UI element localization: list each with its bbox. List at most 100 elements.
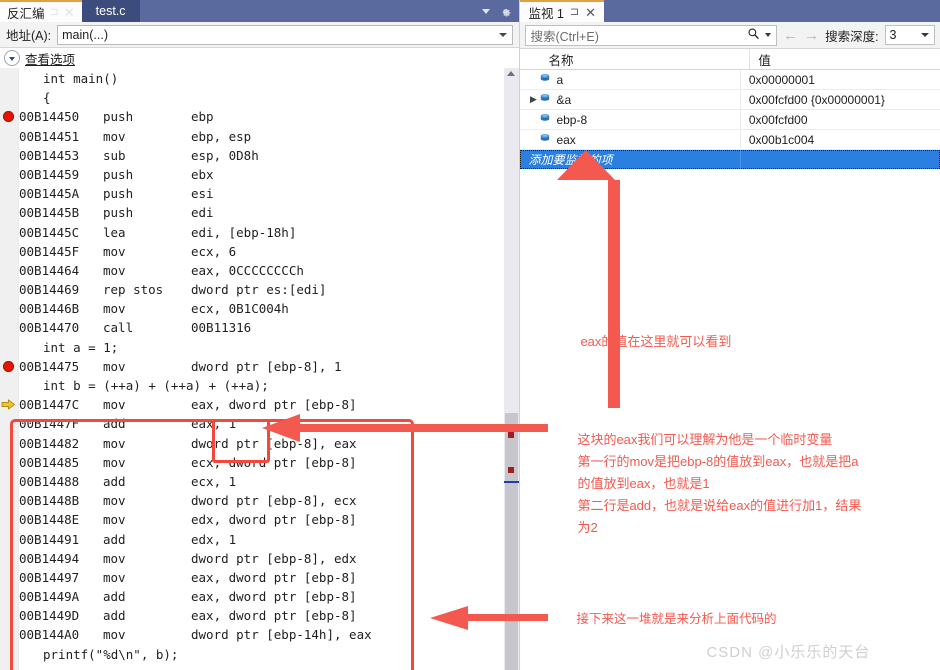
watermark: CSDN @小乐乐的天台 [706,644,871,661]
instruction-operands: eax, dword ptr [ebp-8] [191,397,357,413]
tab-disassembly-label: 反汇编 [7,6,45,21]
instruction-operands: edi [191,205,214,221]
search-icon[interactable] [747,27,760,43]
nav-forward-icon[interactable]: → [804,28,819,43]
disassembly-line[interactable]: 00B1447F add eax, 1 [19,414,519,433]
close-icon[interactable]: ✕ [64,6,75,19]
instruction-address: 00B14453 [19,147,80,163]
instruction-address: 00B14451 [19,128,80,144]
disassembly-line[interactable]: 00B1445F mov ecx, 6 [19,242,519,261]
disassembly-line[interactable]: 00B14491 add edx, 1 [19,530,519,549]
gear-icon[interactable] [499,5,512,18]
instruction-pointer-icon[interactable] [1,399,15,411]
disassembly-line[interactable]: 00B14470 call 00B11316 [19,318,519,337]
instruction-address: 00B14459 [19,166,80,182]
instruction-address: 00B14475 [19,358,80,374]
watch-row[interactable]: eax 0x00b1c004 [520,130,940,150]
disassembly-line[interactable]: 00B14494 mov dword ptr [ebp-8], edx [19,549,519,568]
disassembly-line[interactable]: 00B14488 add ecx, 1 [19,472,519,491]
instruction-address: 00B14485 [19,454,80,470]
disassembly-line[interactable]: 00B1446B mov ecx, 0B1C004h [19,299,519,318]
chevron-down-icon[interactable] [921,33,929,37]
disassembly-line[interactable]: 00B1449D add eax, dword ptr [ebp-8] [19,606,519,625]
source-line[interactable]: int main() [19,69,519,88]
address-input[interactable]: main(...) [57,24,514,45]
chevron-down-icon[interactable] [482,8,491,14]
tab-watch-1[interactable]: 监视 1 ⊐ ✕ [520,0,605,22]
instruction-mnemonic: push [103,109,134,125]
breakpoint-icon[interactable] [3,361,14,372]
watch-row[interactable]: ▶ &a 0x00fcfd00 {0x00000001} [520,90,940,110]
disassembly-line[interactable]: 00B14451 mov ebp, esp [19,127,519,146]
instruction-operands: eax, 0CCCCCCCCh [191,262,304,278]
watch-add-row[interactable]: 添加要监视的项 [520,150,940,169]
watch-value-cell[interactable]: 0x00000001 [741,70,940,89]
watch-search-input[interactable]: 搜索(Ctrl+E) [525,24,778,46]
disassembly-line[interactable]: 00B1445C lea edi, [ebp-18h] [19,223,519,242]
chevron-down-icon[interactable] [765,33,772,37]
disassembly-line[interactable]: 00B14459 push ebx [19,165,519,184]
watch-pane: 监视 1 ⊐ ✕ 搜索(Ctrl+E) ← → 搜索深度: 3 名称 值 a 0… [519,0,940,670]
tab-disassembly[interactable]: 反汇编 ⊐ ✕ [0,0,82,22]
disassembly-line[interactable]: 00B14453 sub esp, 0D8h [19,146,519,165]
close-icon[interactable]: ✕ [585,6,596,19]
instruction-operands: edi, [ebp-18h] [191,224,297,240]
disassembly-line[interactable]: 00B14497 mov eax, dword ptr [ebp-8] [19,568,519,587]
disassembly-line[interactable]: 00B1445A push esi [19,184,519,203]
instruction-mnemonic: add [103,608,126,624]
column-header-name[interactable]: 名称 [520,49,751,69]
watch-value-cell[interactable]: 0x00fcfd00 [741,110,940,129]
pin-icon[interactable]: ⊐ [50,6,59,18]
instruction-operands: ecx, 6 [191,243,237,259]
disassembly-line[interactable]: 00B1449A add eax, dword ptr [ebp-8] [19,587,519,606]
scrollbar-thumb[interactable] [505,413,519,670]
disassembly-line[interactable]: 00B14475 mov dword ptr [ebp-8], 1 [19,357,519,376]
view-options-link[interactable]: 查看选项 [25,49,75,68]
watch-row[interactable]: a 0x00000001 [520,70,940,90]
instruction-mnemonic: rep stos [103,282,164,298]
watch-type-icon [539,72,556,87]
tab-test-c[interactable]: test.c [81,0,140,22]
disassembly-line[interactable]: 00B1448B mov dword ptr [ebp-8], ecx [19,491,519,510]
instruction-operands: eax, dword ptr [ebp-8] [191,608,357,624]
nav-back-icon[interactable]: ← [783,28,798,43]
scroll-marker-current-line [504,481,520,483]
disassembly-line[interactable]: 00B14482 mov dword ptr [ebp-8], eax [19,434,519,453]
disassembly-line[interactable]: 00B14485 mov ecx, dword ptr [ebp-8] [19,453,519,472]
watch-add-label: 添加要监视的项 [520,150,741,169]
disassembly-line[interactable]: 00B1448E mov edx, dword ptr [ebp-8] [19,510,519,529]
disassembly-line[interactable]: 00B14469 rep stos dword ptr es:[edi] [19,280,519,299]
disassembly-line[interactable]: 00B14450 push ebp [19,107,519,126]
code-lines[interactable]: int main() {00B14450 push ebp 00B14451 mov ebp… [19,68,519,670]
vertical-scrollbar[interactable] [504,68,520,670]
instruction-address: 00B14482 [19,435,80,451]
instruction-operands: ebp, esp [191,128,252,144]
gutter[interactable] [0,68,19,670]
disassembly-line[interactable]: 00B1447C mov eax, dword ptr [ebp-8] [19,395,519,414]
instruction-mnemonic: mov [103,627,126,643]
source-line[interactable]: printf("%d\n", b); [19,645,519,664]
watch-value-cell[interactable]: 0x00fcfd00 {0x00000001} [741,90,940,109]
address-label: 地址(A): [6,29,52,43]
disassembly-line[interactable]: 00B1445B push edi [19,203,519,222]
instruction-mnemonic: mov [103,512,126,528]
source-line[interactable]: int a = 1; [19,338,519,357]
source-line[interactable]: int b = (++a) + (++a) + (++a); [19,376,519,395]
expander-icon[interactable]: ▶ [528,94,538,105]
watch-row[interactable]: ebp-8 0x00fcfd00 [520,110,940,130]
pin-icon[interactable]: ⊐ [570,6,579,18]
chevron-down-icon[interactable] [499,32,508,37]
instruction-mnemonic: push [103,166,134,182]
search-depth-select[interactable]: 3 [884,25,935,45]
source-line[interactable]: { [19,88,519,107]
column-header-value[interactable]: 值 [750,49,940,69]
view-options-row: 查看选项 [0,48,520,68]
disassembly-line[interactable]: 00B144A0 mov dword ptr [ebp-14h], eax [19,625,519,644]
disassembly-line[interactable]: 00B14464 mov eax, 0CCCCCCCCh [19,261,519,280]
breakpoint-icon[interactable] [3,111,14,123]
scroll-up-icon[interactable] [507,71,516,76]
instruction-address: 00B14494 [19,550,80,566]
scroll-marker-breakpoint [508,467,515,473]
chevron-down-circle-icon[interactable] [4,50,20,66]
watch-value-cell[interactable]: 0x00b1c004 [741,130,940,149]
